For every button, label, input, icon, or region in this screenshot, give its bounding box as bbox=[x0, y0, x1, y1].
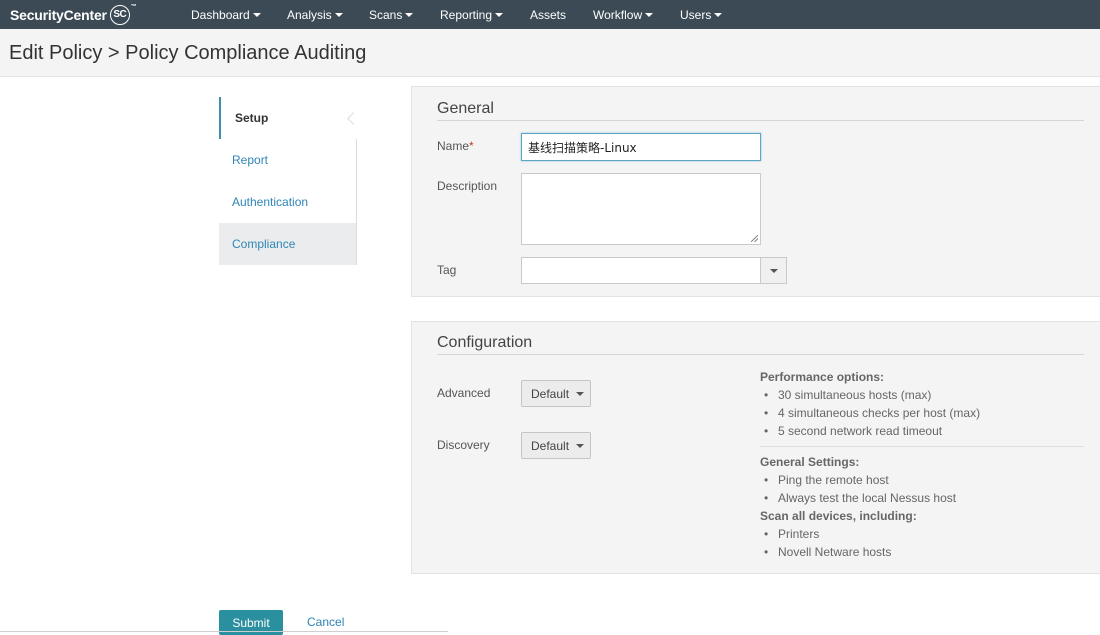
nav-workflow-label: Workflow bbox=[593, 7, 643, 22]
chevron-down-icon bbox=[495, 12, 504, 17]
tab-compliance-label: Compliance bbox=[232, 237, 296, 251]
advanced-dropdown[interactable]: Default bbox=[521, 380, 591, 407]
performance-item: 4 simultaneous checks per host (max) bbox=[764, 406, 980, 420]
general-divider bbox=[437, 120, 1084, 121]
nav-scans[interactable]: Scans bbox=[369, 0, 414, 29]
scan-devices-heading: Scan all devices, including: bbox=[760, 509, 917, 523]
tab-setup[interactable]: Setup bbox=[219, 97, 357, 139]
name-input[interactable]: 基线扫描策略-Linux bbox=[521, 133, 761, 161]
cancel-link[interactable]: Cancel bbox=[307, 615, 344, 629]
general-settings-heading: General Settings: bbox=[760, 455, 860, 469]
performance-item: 5 second network read timeout bbox=[764, 424, 942, 438]
nav-reporting-label: Reporting bbox=[440, 7, 493, 22]
chevron-down-icon bbox=[714, 12, 723, 17]
name-label-text: Name bbox=[437, 139, 470, 153]
chevron-down-icon bbox=[334, 12, 343, 17]
nav-users-label: Users bbox=[680, 7, 712, 22]
general-panel: General Name* 基线扫描策略-Linux Description T… bbox=[411, 86, 1100, 297]
page-header: Edit Policy > Policy Compliance Auditing bbox=[0, 29, 1100, 77]
tab-compliance[interactable]: Compliance bbox=[219, 223, 357, 265]
chevron-down-icon bbox=[252, 12, 261, 17]
chevron-down-icon bbox=[576, 443, 585, 448]
nav-dashboard[interactable]: Dashboard bbox=[191, 0, 261, 29]
chevron-down-icon bbox=[645, 12, 654, 17]
tab-authentication[interactable]: Authentication bbox=[219, 181, 357, 223]
chevron-down-icon bbox=[576, 391, 585, 396]
tag-label: Tag bbox=[437, 263, 457, 277]
tab-report-label: Report bbox=[232, 153, 269, 167]
securitycenter-logo[interactable]: SecurityCenter SC ™ bbox=[10, 2, 137, 27]
description-textarea[interactable] bbox=[521, 173, 761, 245]
nav-scans-label: Scans bbox=[369, 7, 403, 22]
nav-dashboard-label: Dashboard bbox=[191, 7, 250, 22]
nav-assets-label: Assets bbox=[530, 7, 567, 22]
discovery-dropdown-value: Default bbox=[531, 438, 570, 453]
resize-handle-icon[interactable] bbox=[751, 235, 758, 242]
tag-select[interactable] bbox=[521, 257, 787, 284]
advanced-dropdown-value: Default bbox=[531, 386, 570, 401]
general-section-title: General bbox=[437, 100, 494, 117]
nav-analysis-label: Analysis bbox=[287, 7, 332, 22]
name-input-value: 基线扫描策略-Linux bbox=[528, 140, 637, 155]
configuration-section-title: Configuration bbox=[437, 334, 533, 351]
name-label: Name* bbox=[437, 139, 474, 153]
discovery-label: Discovery bbox=[437, 438, 490, 452]
general-settings-item: Always test the local Nessus host bbox=[764, 491, 956, 505]
nav-assets[interactable]: Assets bbox=[530, 0, 566, 29]
nav-reporting[interactable]: Reporting bbox=[440, 0, 504, 29]
performance-heading: Performance options: bbox=[760, 370, 885, 384]
scan-devices-item: Printers bbox=[764, 527, 819, 541]
required-mark: * bbox=[469, 139, 474, 153]
logo-badge: SC bbox=[109, 4, 130, 25]
tab-authentication-label: Authentication bbox=[232, 195, 309, 209]
discovery-dropdown[interactable]: Default bbox=[521, 432, 591, 459]
nav-analysis[interactable]: Analysis bbox=[287, 0, 343, 29]
top-nav-bar: SecurityCenter SC ™ Dashboard Analysis S… bbox=[0, 0, 1100, 29]
tag-dropdown-button[interactable] bbox=[760, 258, 786, 283]
advanced-label: Advanced bbox=[437, 386, 491, 400]
page-title: Edit Policy > Policy Compliance Auditing bbox=[9, 42, 367, 64]
configuration-divider bbox=[437, 354, 1084, 355]
logo-trademark: ™ bbox=[130, 3, 137, 10]
nav-users[interactable]: Users bbox=[680, 0, 723, 29]
scan-devices-item: Novell Netware hosts bbox=[764, 545, 891, 559]
nav-workflow[interactable]: Workflow bbox=[593, 0, 654, 29]
general-settings-item: Ping the remote host bbox=[764, 473, 889, 487]
logo-text: SecurityCenter bbox=[10, 6, 107, 23]
footer-divider bbox=[0, 631, 448, 632]
description-label: Description bbox=[437, 179, 498, 193]
performance-item: 30 simultaneous hosts (max) bbox=[764, 388, 931, 402]
tab-setup-label: Setup bbox=[235, 111, 269, 125]
chevron-down-icon bbox=[769, 268, 778, 273]
tab-report[interactable]: Report bbox=[219, 139, 357, 181]
chevron-down-icon bbox=[405, 12, 414, 17]
configuration-panel: Configuration Advanced Default Discovery… bbox=[411, 321, 1100, 574]
performance-divider bbox=[760, 446, 1084, 447]
